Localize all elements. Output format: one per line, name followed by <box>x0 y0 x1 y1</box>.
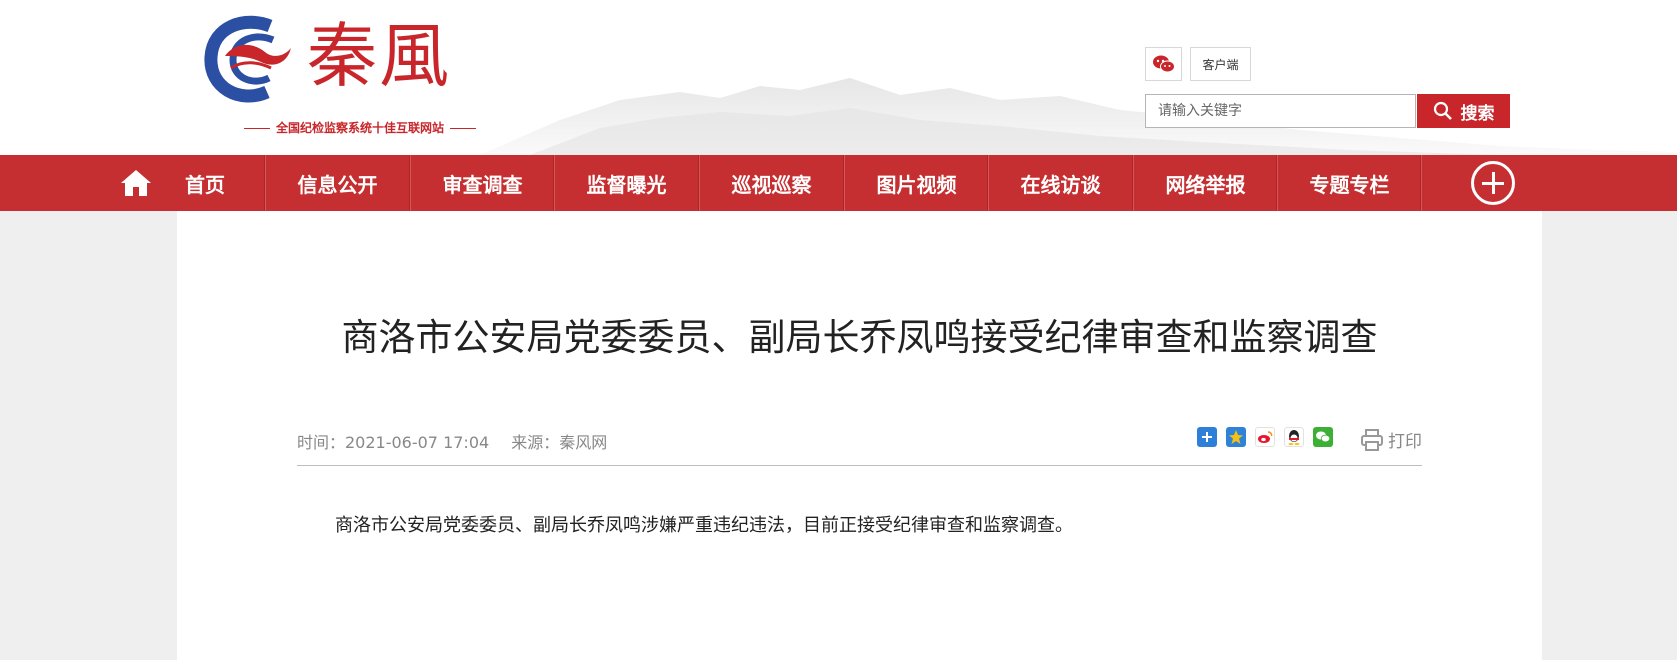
nav-item-report[interactable]: 网络举报 <box>1133 155 1278 211</box>
weibo-icon[interactable] <box>1255 427 1275 447</box>
nav-item-investigation[interactable]: 审查调查 <box>410 155 555 211</box>
nav-item-interview[interactable]: 在线访谈 <box>988 155 1133 211</box>
article-time: 时间：2021-06-07 17:04 <box>297 433 490 452</box>
nav-item-special[interactable]: 专题专栏 <box>1277 155 1422 211</box>
nav-item-media[interactable]: 图片视频 <box>844 155 989 211</box>
share-plus-icon[interactable] <box>1197 427 1217 447</box>
share-bar <box>1197 427 1333 447</box>
nav-item-home[interactable]: 首页 <box>160 155 250 211</box>
nav-item-inspection[interactable]: 巡视巡察 <box>699 155 844 211</box>
client-app-button[interactable]: 客户端 <box>1190 47 1251 81</box>
search-button[interactable]: 搜索 <box>1417 94 1510 128</box>
article-meta: 时间：2021-06-07 17:04 来源：秦风网 <box>297 429 629 453</box>
search-icon <box>1433 101 1452 120</box>
qzone-icon[interactable] <box>1226 427 1246 447</box>
qq-icon[interactable] <box>1284 427 1304 447</box>
plus-circle-icon[interactable] <box>1471 161 1515 205</box>
printer-icon <box>1361 428 1383 451</box>
nav-item-supervision[interactable]: 监督曝光 <box>554 155 699 211</box>
wechat-button[interactable] <box>1145 47 1182 81</box>
article-source: 来源：秦风网 <box>511 433 608 452</box>
print-label: 打印 <box>1388 432 1422 452</box>
search-button-label: 搜索 <box>1460 103 1495 124</box>
site-logo[interactable]: 秦風 全国纪检监察系统十佳互联网站 <box>195 12 535 142</box>
logo-emblem-icon <box>204 15 291 103</box>
site-header: 秦風 全国纪检监察系统十佳互联网站 客户端 搜索 <box>0 0 1677 155</box>
search-input[interactable] <box>1145 94 1416 128</box>
article-title: 商洛市公安局党委委员、副局长乔凤鸣接受纪律审查和监察调查 <box>341 316 1378 359</box>
article-body: 商洛市公安局党委委员、副局长乔凤鸣涉嫌严重违纪违法，目前正接受纪律审查和监察调查… <box>335 515 1073 536</box>
wechat-icon[interactable] <box>1313 427 1333 447</box>
divider <box>243 128 270 129</box>
divider <box>450 128 476 129</box>
article-container: 商洛市公安局党委委员、副局长乔凤鸣接受纪律审查和监察调查 时间：2021-06-… <box>177 211 1542 660</box>
nav-separator <box>1420 155 1421 211</box>
logo-title: 秦風 <box>307 15 451 97</box>
print-button[interactable]: 打印 <box>1360 427 1422 452</box>
nav-item-info[interactable]: 信息公开 <box>265 155 410 211</box>
main-nav: 首页 信息公开 审查调查 监督曝光 巡视巡察 图片视频 在线访谈 网络举报 专题… <box>0 155 1677 211</box>
logo-subtitle: 全国纪检监察系统十佳互联网站 <box>195 120 525 136</box>
home-icon[interactable] <box>120 168 152 198</box>
logo-subtitle-text: 全国纪检监察系统十佳互联网站 <box>275 121 444 135</box>
divider <box>297 465 1422 466</box>
wechat-icon <box>1152 55 1175 73</box>
